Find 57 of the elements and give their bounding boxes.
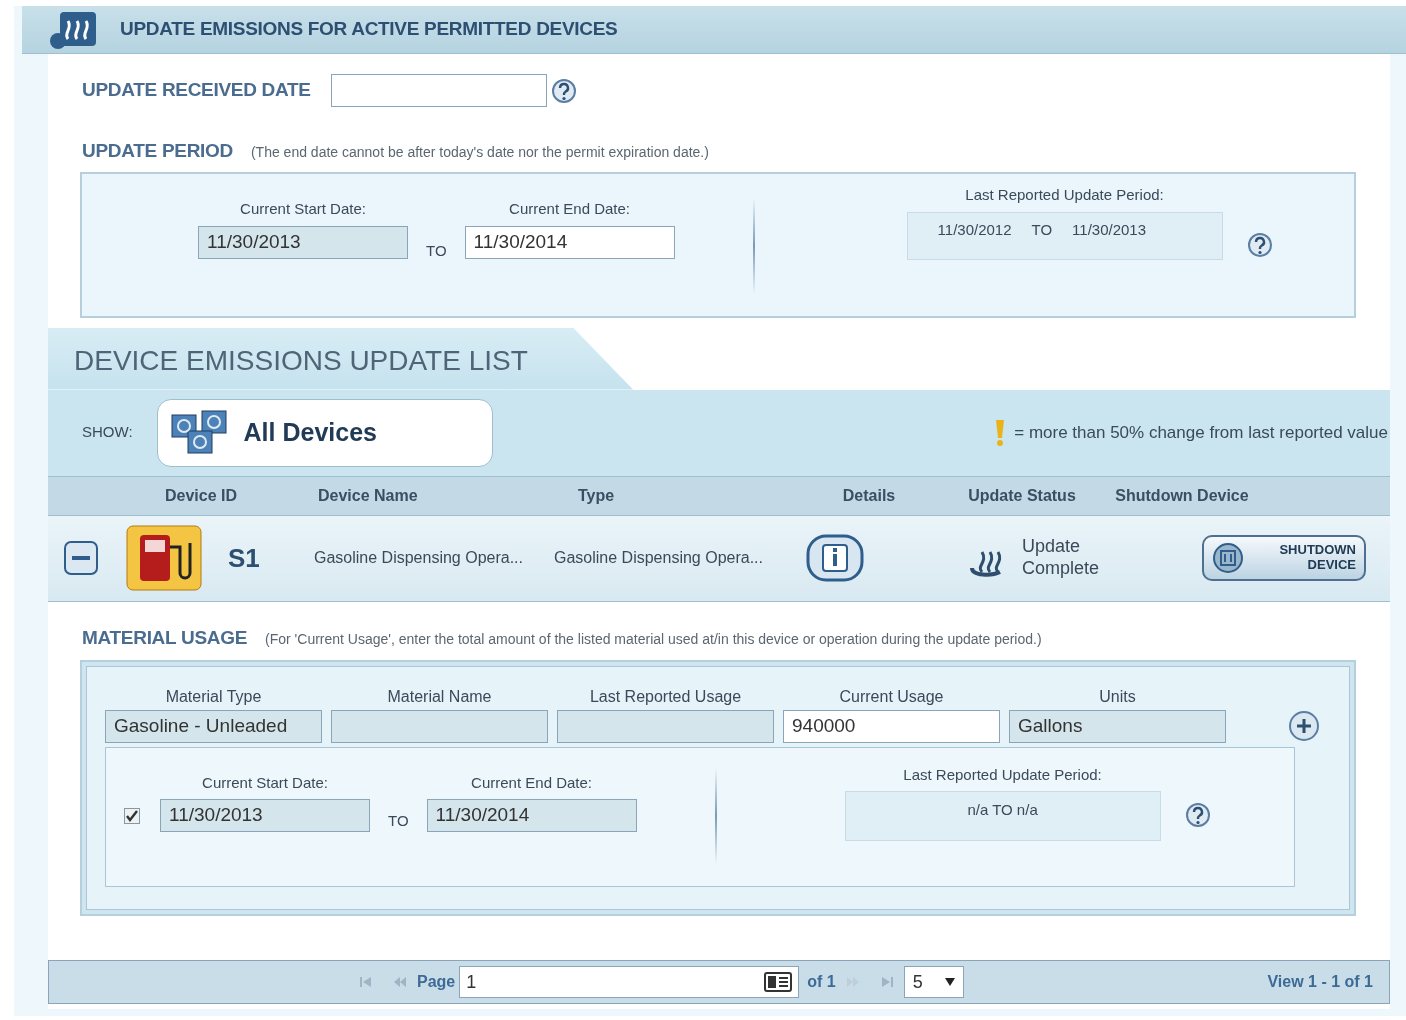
column-header: Device Name (317, 485, 419, 506)
page-size-select[interactable]: 5 (903, 966, 964, 998)
period-label: Last Reported Update Period: (965, 184, 1164, 205)
section-label: UPDATE PERIOD (82, 139, 233, 163)
date-label: Current End Date: (471, 773, 592, 793)
field-label: UPDATE RECEIVED DATE (82, 78, 311, 103)
collapse-icon[interactable] (64, 541, 98, 575)
current-usage-field[interactable]: 940000 (783, 709, 1000, 743)
section-label: MATERIAL USAGE (82, 625, 248, 650)
shutdown-button[interactable]: SHUTDOWN DEVICE (1202, 535, 1366, 581)
card-icon[interactable] (764, 972, 793, 992)
column-header: Shutdown Device (1114, 485, 1250, 506)
column-header: Update Status (967, 485, 1077, 506)
column-header: Device ID (163, 485, 238, 506)
period-label: Last Reported Update Period: (903, 765, 1102, 785)
section-note: (The end date cannot be after today's date nor the permit expiration date.) (250, 143, 709, 162)
update-status: Update Complete (1022, 536, 1101, 580)
column-header: Material Name (386, 687, 493, 707)
page-title: UPDATE EMISSIONS FOR ACTIVE PERMITTED DEVICES (120, 17, 618, 42)
device-id: S1 (228, 541, 261, 575)
to-label: TO (388, 811, 409, 831)
add-icon[interactable] (1287, 709, 1321, 743)
date-label: Current End Date: (509, 198, 630, 219)
to-label: TO (426, 240, 447, 261)
page-label: Page (417, 972, 456, 992)
caret-icon (944, 978, 955, 986)
device-type: Gasoline Dispensing Opera... (554, 548, 764, 568)
column-header: Units (1098, 687, 1137, 707)
fuel-pump-icon (126, 525, 202, 591)
exclamation-icon (994, 417, 1007, 448)
help-icon[interactable] (1184, 802, 1211, 828)
help-icon[interactable] (1246, 231, 1273, 258)
column-header: Type (577, 485, 616, 506)
legend-text: = more than 50% change from last reported value (1014, 421, 1388, 444)
period-text: n/a TO n/a (967, 800, 1038, 818)
view-count: View 1 - 1 of 1 (1267, 972, 1373, 992)
column-header: Last Reported Usage (588, 687, 743, 707)
column-header: Current Usage (838, 687, 945, 707)
column-header: Material Type (164, 687, 263, 707)
date-label: Current Start Date: (240, 198, 366, 219)
info-icon[interactable] (806, 534, 864, 582)
column-header: Details (841, 485, 897, 506)
device-name: Gasoline Dispensing Opera... (314, 548, 524, 568)
checkbox[interactable] (124, 808, 140, 824)
page-field[interactable]: 1 (459, 966, 800, 998)
help-icon[interactable] (550, 77, 577, 104)
period-text: 11/30/2013 (1072, 220, 1147, 240)
date-field[interactable]: 11/30/2014 (464, 226, 675, 259)
period-text: 11/30/2012 (937, 220, 1012, 240)
period-text: TO (1031, 220, 1053, 240)
page-count: of 1 (807, 972, 836, 992)
show-label: SHOW: (82, 422, 133, 443)
power-icon (1212, 542, 1244, 574)
section-note: (For 'Current Usage', enter the total amount of the listed material used at/in this device or operation during the update period.) (265, 629, 1042, 649)
date-label: Current Start Date: (202, 773, 328, 793)
device-filter[interactable]: All Devices (156, 398, 493, 467)
received-date-field[interactable] (330, 74, 547, 107)
